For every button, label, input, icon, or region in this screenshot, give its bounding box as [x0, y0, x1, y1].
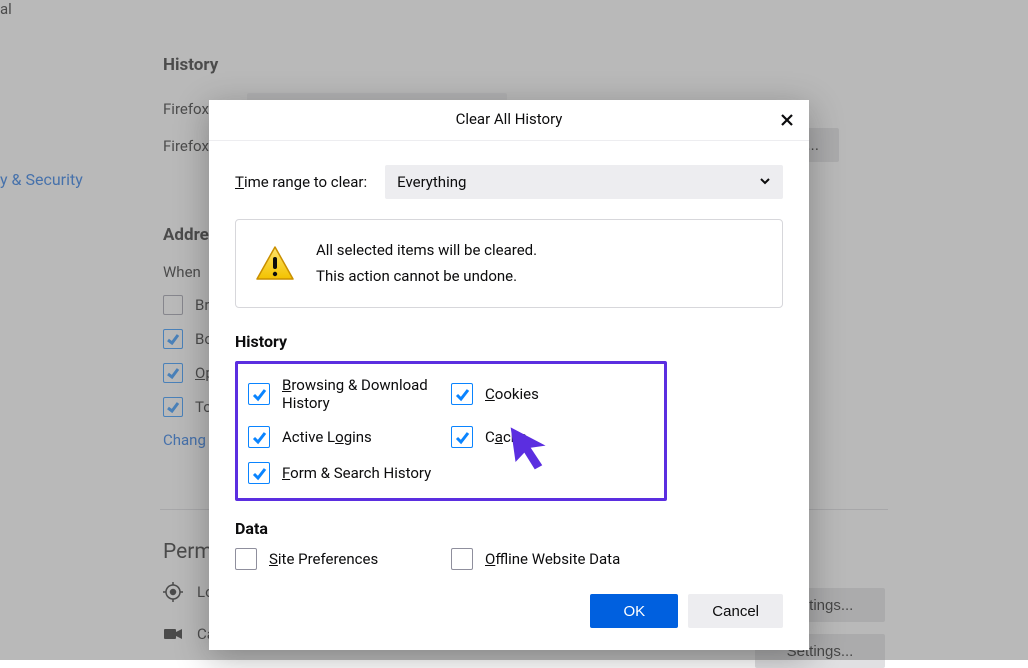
warning-line-1: All selected items will be cleared.	[316, 238, 537, 264]
offline-data-label: Offline Website Data	[485, 550, 620, 568]
browsing-label: Browsing & Download History	[282, 376, 451, 412]
clear-history-dialog: Clear All History Time range to clear: E…	[209, 100, 809, 650]
checkbox-site-prefs[interactable]	[235, 548, 257, 570]
active-logins-label: Active Logins	[282, 428, 372, 446]
close-icon	[780, 113, 794, 127]
form-label: Form & Search History	[282, 464, 431, 482]
checkbox-cookies[interactable]	[451, 383, 473, 405]
dialog-title: Clear All History	[456, 110, 563, 128]
time-range-value: Everything	[397, 173, 466, 191]
time-range-label: Time range to clear:	[235, 173, 367, 191]
checkbox-browsing[interactable]	[248, 383, 270, 405]
site-prefs-label: Site Preferences	[269, 550, 378, 568]
cancel-button[interactable]: Cancel	[688, 594, 783, 628]
highlighted-options: Browsing & Download History Cookies Acti…	[235, 361, 667, 501]
checkbox-form[interactable]	[248, 462, 270, 484]
warning-line-2: This action cannot be undone.	[316, 264, 537, 290]
data-section-heading: Data	[235, 519, 783, 538]
warning-icon	[254, 243, 296, 285]
checkbox-offline-data[interactable]	[451, 548, 473, 570]
time-range-select[interactable]: Everything	[385, 165, 783, 199]
checkbox-logins[interactable]	[248, 426, 270, 448]
chevron-down-icon	[759, 173, 771, 191]
ok-button[interactable]: OK	[590, 594, 678, 628]
cookies-label: Cookies	[485, 385, 539, 403]
cache-label: Cache	[485, 428, 527, 446]
warning-box: All selected items will be cleared. This…	[235, 219, 783, 308]
checkbox-cache[interactable]	[451, 426, 473, 448]
close-button[interactable]	[775, 108, 799, 132]
history-section-heading: History	[235, 332, 783, 351]
